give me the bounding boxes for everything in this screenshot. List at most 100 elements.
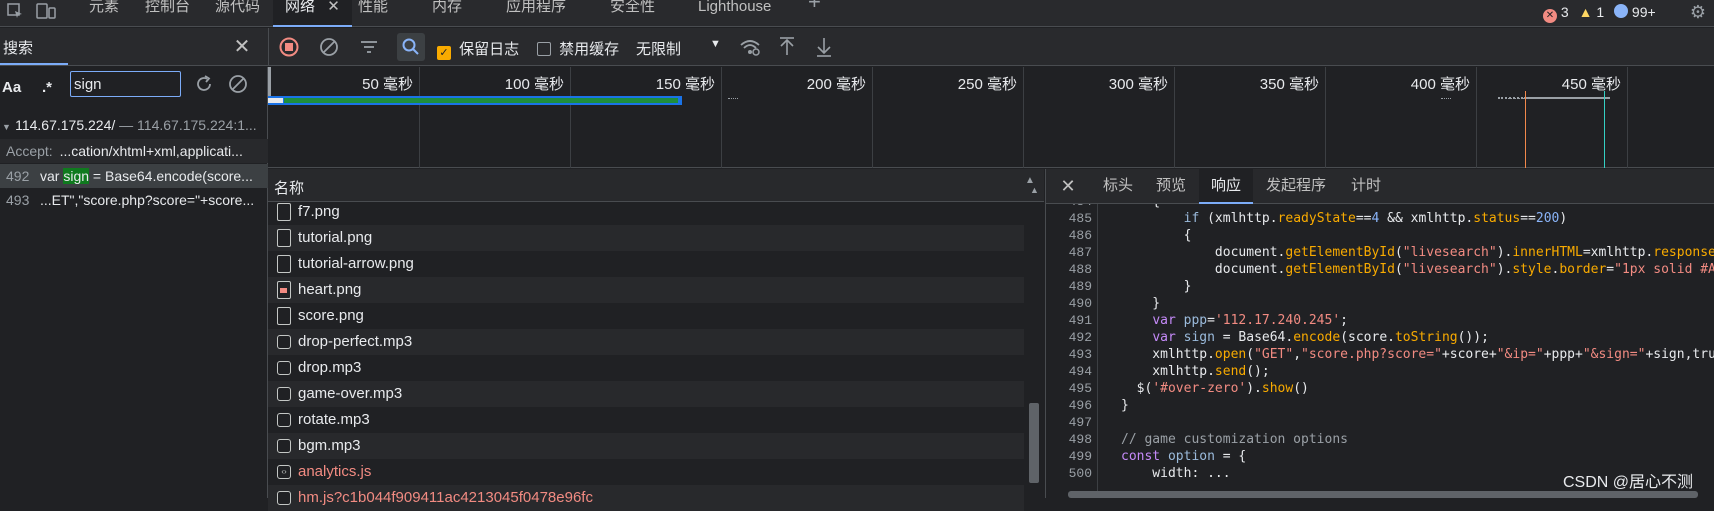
tab-preview[interactable]: 预览 [1156, 169, 1186, 203]
gutter-divider [1097, 204, 1098, 498]
response-code-viewer[interactable]: 484 485 486 487 488 489 490 491 492 493 … [1046, 204, 1714, 498]
search-result-line[interactable]: 492 var sign = Base64.encode(score... [0, 164, 268, 188]
device-toolbar-icon[interactable] [36, 2, 56, 20]
network-conditions-icon[interactable] [738, 36, 762, 58]
csdn-watermark: CSDN @居心不测 [1563, 474, 1694, 491]
timeline-tick-label: 300 毫秒 [1108, 76, 1168, 93]
disable-cache-checkbox[interactable]: 禁用缓存 [537, 38, 619, 59]
request-list-header[interactable]: 名称 ▲ [268, 169, 1044, 202]
file-icon [277, 203, 291, 221]
tab-headers[interactable]: 标头 [1103, 169, 1133, 203]
tab-sources[interactable]: 源代码 [215, 0, 260, 27]
tab-application[interactable]: 应用程序 [506, 0, 566, 27]
timeline-gridline [872, 67, 873, 168]
timeline-tick-label: 200 毫秒 [806, 76, 866, 93]
request-row[interactable]: f7.png [268, 199, 1024, 225]
search-result-group[interactable]: ▼ 114.67.175.224/ — 114.67.175.224:1... [0, 117, 268, 139]
request-name: tutorial.png [298, 229, 373, 246]
search-panel-title[interactable]: 搜索 [3, 37, 33, 58]
request-row[interactable]: tutorial-arrow.png [268, 251, 1024, 277]
line-number: 498 [1068, 432, 1092, 447]
filter-icon[interactable] [358, 36, 380, 58]
timeline-overview[interactable]: 50 毫秒 100 毫秒 150 毫秒 200 毫秒 250 毫秒 300 毫秒… [268, 67, 1714, 168]
load-event-marker [1604, 91, 1605, 168]
request-row[interactable]: bgm.mp3 [268, 433, 1024, 459]
line-number: 496 [1068, 398, 1092, 413]
script-icon: ‹› [277, 465, 291, 479]
line-number: 499 [1068, 449, 1092, 464]
file-icon [277, 255, 291, 273]
line-number: 493 [1068, 347, 1092, 362]
preserve-log-label: 保留日志 [459, 41, 520, 58]
network-toolbar: 搜索 ✕ ✓ 保留日志 禁用缓存 无限制 ▼ [0, 28, 1714, 66]
tab-elements[interactable]: 元素 [89, 0, 119, 27]
tab-performance[interactable]: 性能 [358, 0, 388, 27]
close-detail-icon[interactable]: ✕ [1058, 176, 1078, 196]
inspect-element-icon[interactable] [6, 2, 24, 20]
regex-toggle[interactable]: .* [42, 79, 52, 96]
request-row[interactable]: drop.mp3 [268, 355, 1024, 381]
request-name: drop-perfect.mp3 [298, 333, 413, 350]
issues-badge[interactable]: ✕ 3 ▲ 1 99+ [1543, 2, 1683, 23]
search-tab-underline [0, 63, 68, 65]
timeline-gridline [419, 67, 420, 168]
code-line: width: ... [1121, 466, 1231, 481]
search-input[interactable] [70, 71, 181, 97]
line-number: 494 [1068, 364, 1092, 379]
request-row[interactable]: drop-perfect.mp3 [268, 329, 1024, 355]
line-number: 493 [6, 192, 30, 208]
add-tab-button[interactable]: + [808, 0, 821, 22]
line-number: 497 [1068, 415, 1092, 430]
search-result-line[interactable]: 493 ...ET","score.php?score="+score... [0, 188, 268, 212]
tab-console[interactable]: 控制台 [145, 0, 190, 27]
export-har-icon[interactable] [813, 34, 835, 60]
code-line: var sign = Base64.encode(score.toString(… [1152, 330, 1489, 345]
file-icon [277, 307, 291, 325]
refresh-icon[interactable] [193, 73, 215, 95]
request-row[interactable]: ‹› analytics.js [268, 459, 1024, 485]
settings-gear-icon[interactable]: ⚙ [1688, 2, 1708, 22]
request-row[interactable]: hm.js?c1b044f909411ac4213045f0478e96fc [268, 485, 1024, 511]
accept-label: Accept: [6, 143, 53, 159]
tab-memory[interactable]: 内存 [432, 0, 462, 27]
match-case-toggle[interactable]: Aa [2, 79, 21, 96]
timeline-handle[interactable] [268, 67, 271, 97]
horizontal-scrollbar-thumb[interactable] [1068, 491, 1698, 498]
throttling-select[interactable]: 无限制 ▼ [636, 38, 722, 59]
checkbox-unchecked-icon [537, 42, 551, 56]
code-line: xmlhttp.send(); [1121, 364, 1270, 379]
request-row[interactable]: rotate.mp3 [268, 407, 1024, 433]
stop-recording-icon[interactable] [278, 36, 300, 58]
clear-log-icon[interactable] [318, 36, 340, 58]
search-icon[interactable] [397, 33, 425, 61]
code-line: if (xmlhttp.readyState==4 && xmlhttp.sta… [1183, 211, 1568, 226]
search-result-header-match[interactable]: Accept: ...cation/xhtml+xml,applicati... [0, 139, 268, 163]
chevron-down-icon: ▼ [710, 38, 721, 50]
line-number: 489 [1068, 279, 1092, 294]
result-file-name: 114.67.175.224/ [15, 117, 116, 133]
line-number: 488 [1068, 262, 1092, 277]
request-row[interactable]: tutorial.png [268, 225, 1024, 251]
request-name: game-over.mp3 [298, 385, 403, 402]
tab-network[interactable]: 网络 ✕ [273, 0, 352, 27]
clear-search-icon[interactable] [227, 73, 249, 95]
tab-lighthouse[interactable]: Lighthouse [698, 0, 771, 27]
tab-timing[interactable]: 计时 [1351, 169, 1381, 203]
tab-initiator[interactable]: 发起程序 [1266, 169, 1326, 203]
media-icon [277, 335, 291, 349]
close-search-icon[interactable]: ✕ [232, 36, 252, 58]
timeline-gridline [1325, 67, 1326, 168]
request-row[interactable]: heart.png [268, 277, 1024, 303]
request-row[interactable]: score.png [268, 303, 1024, 329]
media-icon [277, 387, 291, 401]
preserve-log-checkbox[interactable]: ✓ 保留日志 [437, 38, 519, 60]
close-tab-icon[interactable]: ✕ [327, 0, 340, 15]
scroll-up-icon[interactable]: ▲ [1030, 185, 1039, 195]
tab-security[interactable]: 安全性 [610, 0, 655, 27]
import-har-icon[interactable] [776, 34, 798, 60]
request-timing-bar-start [268, 98, 283, 103]
file-icon [277, 229, 291, 247]
tab-response[interactable]: 响应 [1199, 169, 1254, 204]
scrollbar-thumb[interactable] [1029, 403, 1039, 483]
request-row[interactable]: game-over.mp3 [268, 381, 1024, 407]
